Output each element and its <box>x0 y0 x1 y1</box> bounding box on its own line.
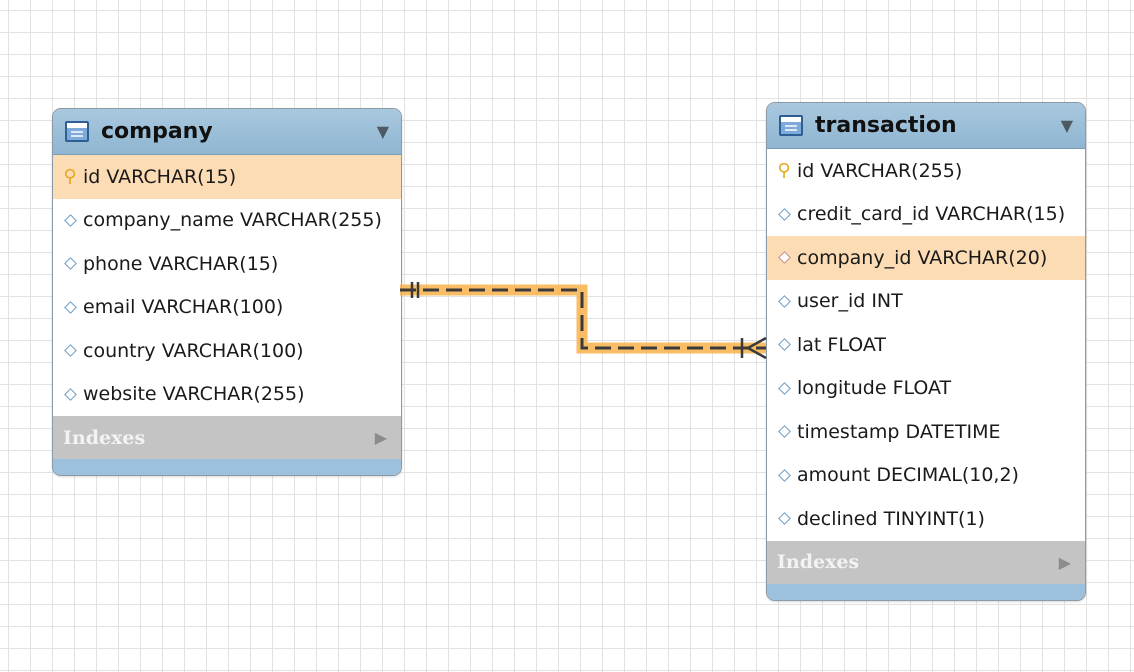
column-row[interactable]: longitude FLOAT <box>767 367 1085 411</box>
column-diamond-icon <box>63 257 77 271</box>
column-diamond-icon <box>777 425 791 439</box>
table-footer <box>53 459 401 475</box>
table-icon <box>65 121 89 142</box>
indexes-section[interactable]: Indexes ▶ <box>767 540 1085 584</box>
relationship-highlight <box>400 284 766 354</box>
column-label: company_id VARCHAR(20) <box>797 246 1048 269</box>
column-label: country VARCHAR(100) <box>83 339 304 362</box>
column-diamond-icon <box>777 468 791 482</box>
column-label: id VARCHAR(255) <box>797 159 963 182</box>
column-row[interactable]: email VARCHAR(100) <box>53 286 401 330</box>
primary-key-icon: ⚲ <box>63 166 77 188</box>
transaction-table-header[interactable]: transaction ▼ <box>767 103 1085 149</box>
diagram-canvas[interactable]: company ▼ ⚲ id VARCHAR(15) company_name … <box>0 0 1134 672</box>
column-label: lat FLOAT <box>797 333 886 356</box>
collapse-triangle-icon[interactable]: ▼ <box>377 122 389 141</box>
column-diamond-icon <box>777 381 791 395</box>
table-title: transaction <box>815 113 957 138</box>
company-table[interactable]: company ▼ ⚲ id VARCHAR(15) company_name … <box>52 108 402 476</box>
column-diamond-icon <box>63 213 77 227</box>
collapse-triangle-icon[interactable]: ▼ <box>1061 116 1073 135</box>
column-label: declined TINYINT(1) <box>797 507 985 530</box>
column-label: phone VARCHAR(15) <box>83 252 279 275</box>
column-diamond-icon <box>777 207 791 221</box>
indexes-label: Indexes <box>63 426 146 449</box>
column-diamond-icon <box>777 512 791 526</box>
column-label: timestamp DATETIME <box>797 420 1001 443</box>
column-row[interactable]: credit_card_id VARCHAR(15) <box>767 193 1085 237</box>
column-label: user_id INT <box>797 290 903 313</box>
column-row[interactable]: company_id VARCHAR(20) <box>767 236 1085 280</box>
column-row[interactable]: phone VARCHAR(15) <box>53 242 401 286</box>
column-label: website VARCHAR(255) <box>83 383 305 406</box>
crows-foot-lower <box>747 346 767 360</box>
column-row[interactable]: declined TINYINT(1) <box>767 497 1085 541</box>
column-row[interactable]: user_id INT <box>767 280 1085 324</box>
column-label: amount DECIMAL(10,2) <box>797 464 1019 487</box>
crows-foot-upper <box>747 336 767 350</box>
table-icon <box>779 115 803 136</box>
column-row[interactable]: company_name VARCHAR(255) <box>53 199 401 243</box>
column-diamond-icon <box>63 344 77 358</box>
table-footer <box>767 583 1085 600</box>
foreign-key-diamond-icon <box>777 251 791 265</box>
column-row[interactable]: timestamp DATETIME <box>767 410 1085 454</box>
column-diamond-icon <box>63 387 77 401</box>
column-diamond-icon <box>777 338 791 352</box>
indexes-section[interactable]: Indexes ▶ <box>53 416 401 459</box>
table-title: company <box>101 119 213 144</box>
column-label: company_name VARCHAR(255) <box>83 209 382 232</box>
company-table-header[interactable]: company ▼ <box>53 109 401 155</box>
column-label: id VARCHAR(15) <box>83 165 237 188</box>
column-row[interactable]: country VARCHAR(100) <box>53 329 401 373</box>
column-row[interactable]: amount DECIMAL(10,2) <box>767 454 1085 498</box>
column-label: longitude FLOAT <box>797 377 952 400</box>
expand-arrow-icon[interactable]: ▶ <box>375 428 387 447</box>
column-row[interactable]: ⚲ id VARCHAR(255) <box>767 149 1085 193</box>
column-label: email VARCHAR(100) <box>83 296 284 319</box>
transaction-table[interactable]: transaction ▼ ⚲ id VARCHAR(255) credit_c… <box>766 102 1086 601</box>
column-row[interactable]: website VARCHAR(255) <box>53 373 401 417</box>
column-diamond-icon <box>777 294 791 308</box>
column-diamond-icon <box>63 300 77 314</box>
primary-key-icon: ⚲ <box>777 160 791 182</box>
column-row[interactable]: ⚲ id VARCHAR(15) <box>53 155 401 199</box>
relationship-line <box>400 288 766 350</box>
expand-arrow-icon[interactable]: ▶ <box>1059 553 1071 572</box>
column-label: credit_card_id VARCHAR(15) <box>797 203 1066 226</box>
indexes-label: Indexes <box>777 551 860 573</box>
column-row[interactable]: lat FLOAT <box>767 323 1085 367</box>
